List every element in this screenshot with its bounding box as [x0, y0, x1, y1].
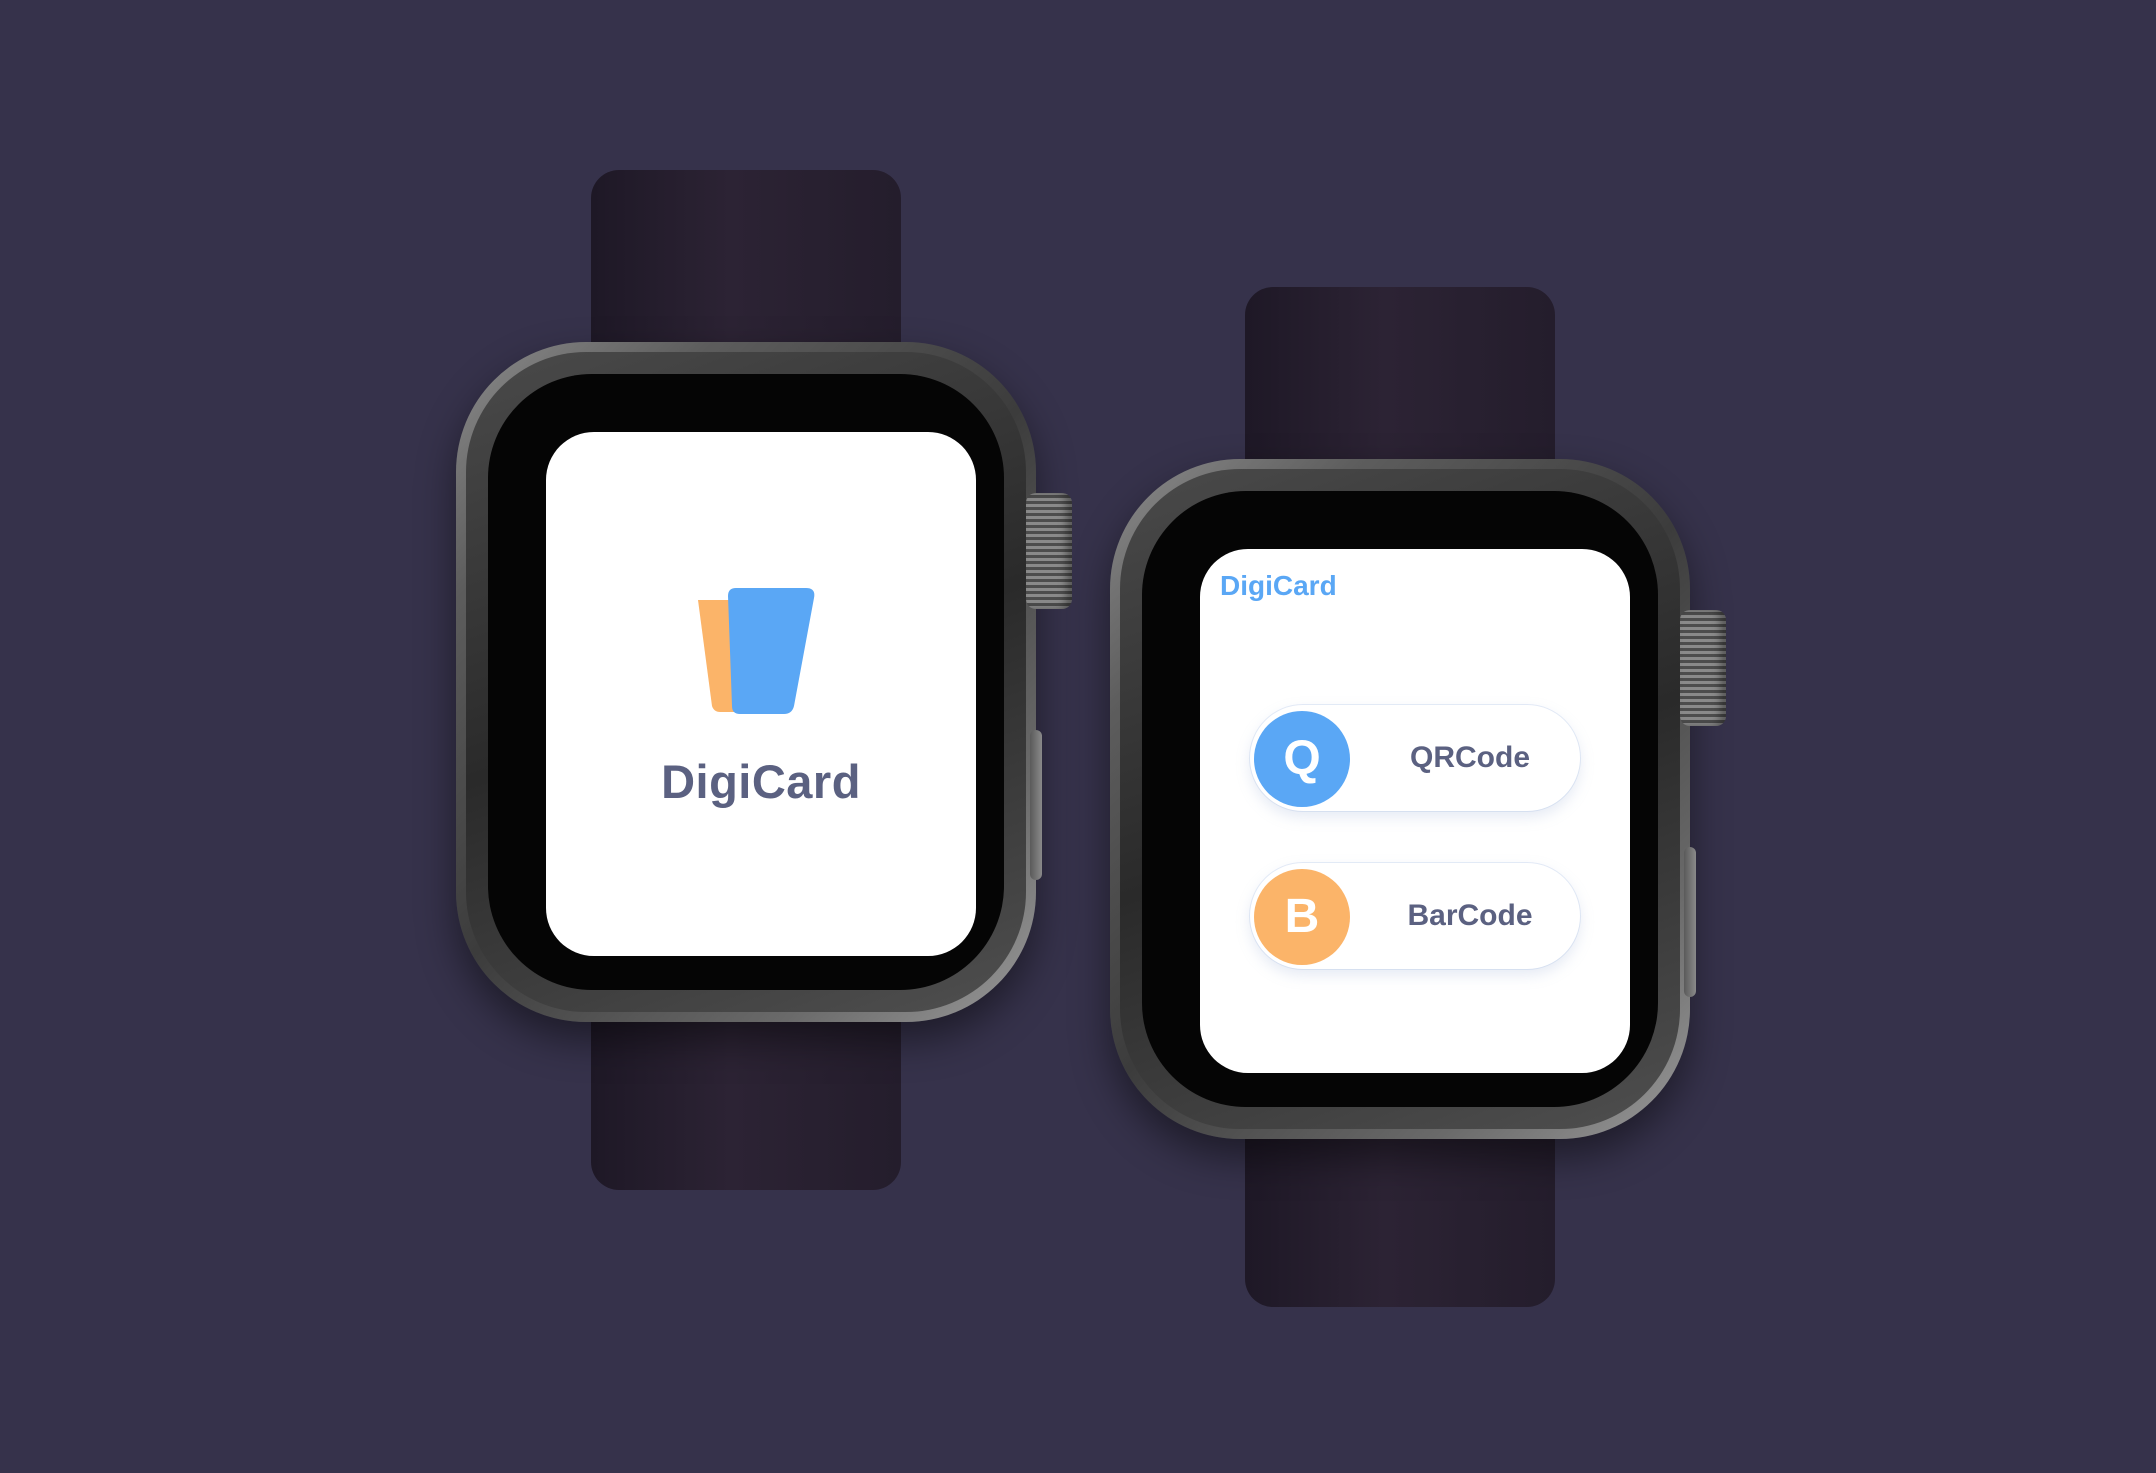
- watch-menu: DigiCard Q QRCode B BarCode: [1110, 287, 1730, 1307]
- qrcode-button[interactable]: Q QRCode: [1250, 705, 1580, 811]
- splash-screen[interactable]: DigiCard: [546, 432, 976, 956]
- qrcode-label: QRCode: [1410, 741, 1530, 774]
- watch-splash: DigiCard: [456, 170, 1076, 1190]
- app-name: DigiCard: [661, 755, 861, 808]
- barcode-button[interactable]: B BarCode: [1250, 863, 1580, 969]
- side-button[interactable]: [1030, 730, 1042, 880]
- barcode-label: BarCode: [1407, 899, 1533, 932]
- qrcode-icon: Q: [1254, 711, 1350, 807]
- watch-glass: DigiCard Q QRCode B BarCode: [1142, 491, 1658, 1107]
- app-title: DigiCard: [1220, 570, 1337, 601]
- digital-crown[interactable]: [1026, 493, 1072, 609]
- app-logo: [698, 588, 815, 714]
- side-button[interactable]: [1684, 847, 1696, 997]
- digital-crown[interactable]: [1680, 610, 1726, 726]
- watch-bezel: DigiCard Q QRCode B BarCode: [1120, 469, 1680, 1129]
- stacked-cards-icon: [692, 580, 832, 720]
- watch-bezel: DigiCard: [466, 352, 1026, 1012]
- watch-case: DigiCard: [456, 342, 1036, 1022]
- barcode-icon: B: [1254, 869, 1350, 965]
- menu-screen: DigiCard Q QRCode B BarCode: [1200, 549, 1630, 1073]
- watch-case: DigiCard Q QRCode B BarCode: [1110, 459, 1690, 1139]
- watch-glass: DigiCard: [488, 374, 1004, 990]
